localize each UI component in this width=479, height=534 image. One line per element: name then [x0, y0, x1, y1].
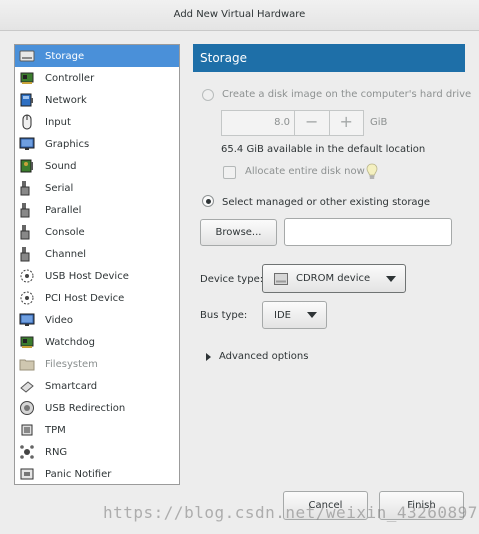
sidebar-item-usb-host-device[interactable]: USB Host Device: [15, 265, 179, 287]
sidebar-item-label: Parallel: [45, 204, 82, 216]
sidebar-item-label: USB Host Device: [45, 270, 129, 282]
panic-notifier-icon: [19, 466, 35, 482]
watermark-text: https://blog.csdn.net/weixin_43260897: [103, 503, 478, 522]
advanced-options-label: Advanced options: [219, 351, 309, 362]
sidebar-item-label: Watchdog: [45, 336, 95, 348]
sidebar-item-smartcard[interactable]: Smartcard: [15, 375, 179, 397]
sidebar-item-label: Input: [45, 116, 71, 128]
select-existing-storage-radio[interactable]: [202, 195, 214, 207]
storage-path-input[interactable]: [284, 218, 452, 246]
mouse-icon: [19, 114, 35, 130]
browse-button-label: Browse...: [215, 227, 262, 238]
sidebar-item-label: Channel: [45, 248, 87, 260]
watchdog-chip-icon: [19, 334, 35, 350]
sidebar-item-sound[interactable]: Sound: [15, 155, 179, 177]
console-plug-icon: [19, 224, 35, 240]
sidebar-item-label: Filesystem: [45, 358, 98, 370]
create-disk-label: Create a disk image on the computer's ha…: [222, 89, 472, 100]
sidebar-item-controller[interactable]: Controller: [15, 67, 179, 89]
monitor-icon: [19, 136, 35, 152]
allocate-entire-disk-checkbox[interactable]: [223, 166, 236, 179]
panel-title: Storage: [193, 44, 465, 72]
pci-icon: [19, 290, 35, 306]
browse-button[interactable]: Browse...: [200, 219, 277, 246]
sidebar-item-tpm[interactable]: TPM: [15, 419, 179, 441]
tpm-chip-icon: [19, 422, 35, 438]
hardware-type-list[interactable]: Storage Controller Network Input Graphics Sou…: [14, 44, 180, 485]
folder-icon: [19, 356, 35, 372]
channel-plug-icon: [19, 246, 35, 262]
parallel-plug-icon: [19, 202, 35, 218]
sidebar-item-channel[interactable]: Channel: [15, 243, 179, 265]
available-space-text: 65.4 GiB available in the default locati…: [221, 144, 426, 155]
device-type-dropdown[interactable]: CDROM device: [262, 264, 406, 293]
disk-size-value[interactable]: 8.0: [222, 111, 294, 135]
device-type-label: Device type:: [200, 274, 264, 285]
sidebar-item-label: TPM: [45, 424, 66, 436]
sidebar-item-label: Graphics: [45, 138, 90, 150]
monitor-icon: [19, 312, 35, 328]
sidebar-item-label: Video: [45, 314, 74, 326]
window-title: Add New Virtual Hardware: [173, 9, 306, 20]
bus-type-dropdown[interactable]: IDE: [262, 301, 327, 329]
sidebar-item-watchdog[interactable]: Watchdog: [15, 331, 179, 353]
sidebar-item-serial[interactable]: Serial: [15, 177, 179, 199]
sidebar-item-parallel[interactable]: Parallel: [15, 199, 179, 221]
sidebar-item-label: Sound: [45, 160, 77, 172]
sidebar-item-input[interactable]: Input: [15, 111, 179, 133]
rng-icon: [19, 444, 35, 460]
sound-card-icon: [19, 158, 35, 174]
sidebar-item-usb-redirection[interactable]: USB Redirection: [15, 397, 179, 419]
chevron-down-icon: [307, 312, 317, 318]
sidebar-item-label: Network: [45, 94, 87, 106]
sidebar-item-network[interactable]: Network: [15, 89, 179, 111]
sidebar-item-video[interactable]: Video: [15, 309, 179, 331]
sidebar-item-graphics[interactable]: Graphics: [15, 133, 179, 155]
sidebar-item-pci-host-device[interactable]: PCI Host Device: [15, 287, 179, 309]
sidebar-item-rng[interactable]: RNG: [15, 441, 179, 463]
cdrom-icon: [274, 272, 288, 285]
sidebar-item-label: RNG: [45, 446, 68, 458]
create-disk-radio[interactable]: [202, 89, 214, 101]
sidebar-item-label: Storage: [45, 50, 85, 62]
bus-type-label: Bus type:: [200, 310, 248, 321]
sidebar-item-label: Panic Notifier: [45, 468, 112, 480]
advanced-options-expander[interactable]: Advanced options: [206, 351, 308, 362]
sidebar-item-label: PCI Host Device: [45, 292, 125, 304]
select-existing-storage-label: Select managed or other existing storage: [222, 197, 431, 208]
sidebar-item-console[interactable]: Console: [15, 221, 179, 243]
serial-plug-icon: [19, 180, 35, 196]
expander-arrow-icon: [206, 352, 211, 361]
smartcard-icon: [19, 378, 35, 394]
sidebar-item-label: Serial: [45, 182, 74, 194]
sidebar-item-storage[interactable]: Storage: [15, 45, 179, 67]
sidebar-item-label: USB Redirection: [45, 402, 126, 414]
disk-size-spinner[interactable]: 8.0 − +: [221, 110, 364, 136]
usb-redirection-icon: [19, 400, 35, 416]
usb-icon: [19, 268, 35, 284]
decrement-button[interactable]: −: [294, 111, 329, 135]
bus-type-value: IDE: [274, 309, 291, 321]
network-card-icon: [19, 92, 35, 108]
controller-chip-icon: [19, 70, 35, 86]
window-titlebar: Add New Virtual Hardware: [0, 0, 479, 31]
sidebar-item-filesystem[interactable]: Filesystem: [15, 353, 179, 375]
chevron-down-icon: [386, 275, 396, 282]
allocate-entire-disk-label: Allocate entire disk now: [245, 166, 365, 177]
sidebar-item-panic-notifier[interactable]: Panic Notifier: [15, 463, 179, 484]
lightbulb-hint-icon: [366, 163, 378, 184]
sidebar-item-label: Smartcard: [45, 380, 98, 392]
sidebar-item-label: Controller: [45, 72, 95, 84]
increment-button[interactable]: +: [328, 111, 364, 135]
disk-size-unit: GiB: [370, 117, 388, 128]
disk-icon: [19, 48, 35, 64]
sidebar-item-label: Console: [45, 226, 85, 238]
device-type-value: CDROM device: [296, 273, 371, 284]
